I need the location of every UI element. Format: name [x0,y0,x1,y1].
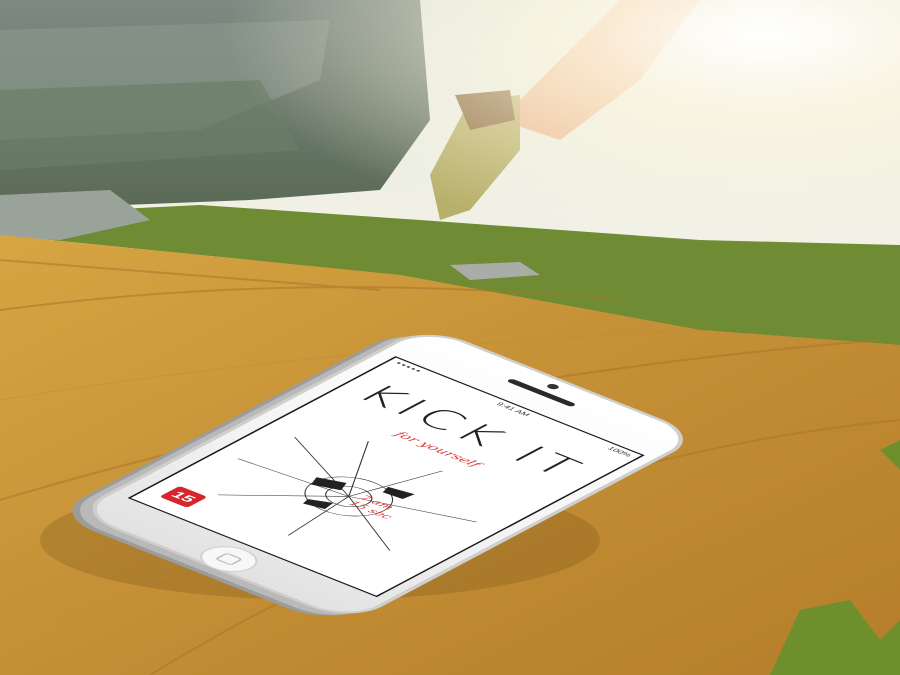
home-square-icon [214,552,244,566]
photo-scene: ●●●●● 9:41 AM 100% KICK IT for yourself [0,0,900,675]
